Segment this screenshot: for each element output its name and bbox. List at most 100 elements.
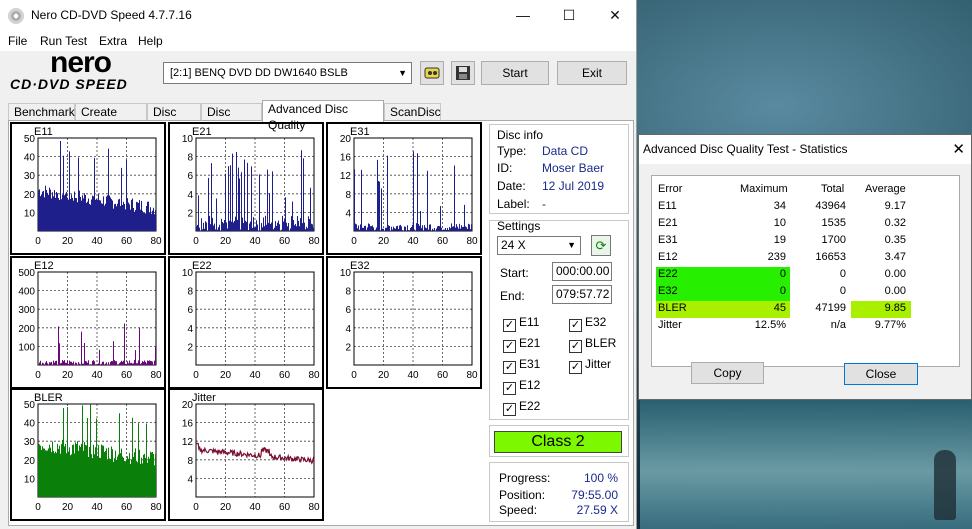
chart-svg: E11 0 20 40 60 80 10 20 30 40 50	[24, 126, 162, 247]
start-field[interactable]: 000:00.00	[552, 262, 612, 281]
stats-cell-avg: 9.17	[884, 200, 906, 212]
chart-e32: E32 0 20 40 60 80 2 4 6 8 10	[326, 256, 482, 389]
checkbox-e31[interactable]: ✓ E31	[503, 357, 540, 374]
header-error: Error	[658, 183, 683, 195]
header-average: Average	[865, 183, 906, 195]
x-tick-label: 80	[308, 236, 320, 247]
tab-create-disc[interactable]: Create Disc	[75, 103, 147, 135]
y-tick-label: 12	[182, 437, 194, 448]
progress-label: Progress:	[499, 471, 551, 485]
logo-brand: nero	[50, 46, 112, 79]
close-button[interactable]: ✕	[592, 0, 638, 31]
save-button[interactable]	[451, 61, 475, 85]
refresh-icon[interactable]: ⟳	[591, 235, 611, 256]
chart-svg: E22 0 20 40 60 80 2 4 6 8 10	[182, 260, 320, 381]
stats-row-e21: E21 10 1535 0.32	[656, 216, 956, 233]
y-tick-label: 20	[340, 134, 352, 145]
y-tick-label: 500	[18, 268, 35, 279]
checkbox-bler[interactable]: ✓ BLER	[569, 336, 616, 353]
close-icon[interactable]: ✕	[952, 135, 965, 164]
stats-cell-avg: 9.77%	[874, 319, 906, 331]
y-tick-label: 6	[187, 305, 193, 316]
tab-benchmark[interactable]: Benchmark	[8, 103, 75, 121]
speed-select[interactable]: 24 X ▼	[497, 236, 581, 255]
exit-button[interactable]: Exit	[557, 61, 627, 85]
stats-cell-avg: 0.00	[884, 268, 906, 280]
x-tick-label: 0	[35, 370, 41, 381]
close-dialog-button[interactable]: Close	[844, 363, 918, 385]
stats-cell-name: E21	[658, 217, 678, 229]
minimize-button[interactable]: —	[500, 0, 546, 31]
x-tick-label: 0	[351, 370, 357, 381]
stats-table: Error Maximum Total Average E11 34 43964 9.…	[651, 175, 960, 367]
checkbox-jitter[interactable]: ✓ Jitter	[569, 357, 611, 374]
label-label: Label:	[497, 197, 530, 211]
checkbox-e32[interactable]: ✓ E32	[569, 315, 606, 332]
menu-file[interactable]: File	[8, 34, 27, 48]
tab-disc-info[interactable]: Disc Info	[147, 103, 201, 135]
x-tick-label: 40	[407, 370, 419, 381]
chart-title: E22	[192, 260, 212, 272]
y-tick-label: 100	[18, 342, 35, 353]
y-tick-label: 4	[187, 324, 193, 335]
header-maximum: Maximum	[740, 183, 788, 195]
stats-row-bler: BLER 45 47199 9.85	[656, 301, 956, 318]
checkbox-e11[interactable]: ✓ E11	[503, 315, 539, 332]
copy-button[interactable]: Copy	[691, 362, 764, 384]
y-tick-label: 16	[182, 419, 194, 430]
x-tick-label: 80	[466, 236, 478, 247]
stats-row-e22: E22 0 0 0.00	[656, 267, 956, 284]
x-tick-label: 80	[150, 370, 162, 381]
chart-svg: E12 0 20 40 60 80 100 200 300 400 500	[18, 260, 162, 381]
stats-cell-max: 34	[773, 200, 786, 212]
check-icon: ✓	[503, 340, 516, 353]
speed-select-value: 24 X	[501, 238, 526, 252]
y-tick-label: 4	[187, 474, 193, 485]
stats-cell-name: E32	[658, 285, 678, 297]
y-tick-label: 4	[345, 208, 351, 219]
stats-cell-name: E31	[658, 234, 678, 246]
tab-disc-quality[interactable]: Disc Quality	[201, 103, 262, 135]
end-field[interactable]: 079:57.72	[552, 285, 612, 304]
header-total: Total	[821, 183, 845, 195]
checkbox-e21[interactable]: ✓ E21	[503, 336, 540, 353]
title-bar[interactable]: Nero CD-DVD Speed 4.7.7.16 — ☐ ✕	[0, 0, 636, 31]
x-tick-label: 20	[62, 370, 74, 381]
stats-cell-total: 16653	[815, 251, 846, 263]
x-tick-label: 20	[62, 502, 74, 513]
x-tick-label: 40	[91, 236, 103, 247]
x-tick-label: 40	[249, 236, 261, 247]
x-tick-label: 20	[378, 370, 390, 381]
y-tick-label: 50	[24, 134, 36, 145]
chart-e21: E21 0 20 40 60 80 2 4 6 8 10	[168, 122, 324, 255]
class-badge: Class 2	[494, 431, 622, 453]
x-tick-label: 40	[91, 370, 103, 381]
x-tick-label: 80	[466, 370, 478, 381]
stats-cell-avg: 3.47	[884, 251, 906, 263]
chart-e12: E12 0 20 40 60 80 100 200 300 400 500	[10, 256, 166, 389]
y-tick-label: 6	[187, 171, 193, 182]
stats-cell-name: E22	[658, 268, 678, 280]
checkbox-e22[interactable]: ✓ E22	[503, 399, 540, 416]
tab-advanced-disc-quality[interactable]: Advanced Disc Quality	[262, 100, 384, 132]
position-value: 79:55.00	[571, 488, 618, 502]
check-icon: ✓	[569, 319, 582, 332]
chart-svg: Jitter 0 20 40 60 80 4 8 12 16 20	[182, 392, 320, 513]
stats-title-bar[interactable]: Advanced Disc Quality Test - Statistics …	[639, 135, 971, 164]
menu-help[interactable]: Help	[138, 34, 163, 48]
drive-select[interactable]: [2:1] BENQ DVD DD DW1640 BSLB ▼	[163, 62, 412, 84]
checkbox-label: BLER	[585, 336, 617, 350]
drive-info-button[interactable]	[420, 61, 444, 85]
x-tick-label: 60	[437, 236, 449, 247]
maximize-button[interactable]: ☐	[546, 0, 592, 31]
start-button[interactable]: Start	[481, 61, 549, 85]
x-tick-label: 40	[249, 502, 261, 513]
stats-cell-max: 45	[773, 302, 786, 314]
x-tick-label: 60	[279, 370, 291, 381]
y-tick-label: 10	[182, 268, 194, 279]
tab-scandisc[interactable]: ScanDisc	[384, 103, 441, 121]
x-tick-label: 0	[35, 236, 41, 247]
checkbox-e12[interactable]: ✓ E12	[503, 378, 540, 395]
stats-row-jitter: Jitter 12.5% n/a 9.77%	[656, 318, 956, 335]
stats-cell-avg: 0.00	[884, 285, 906, 297]
